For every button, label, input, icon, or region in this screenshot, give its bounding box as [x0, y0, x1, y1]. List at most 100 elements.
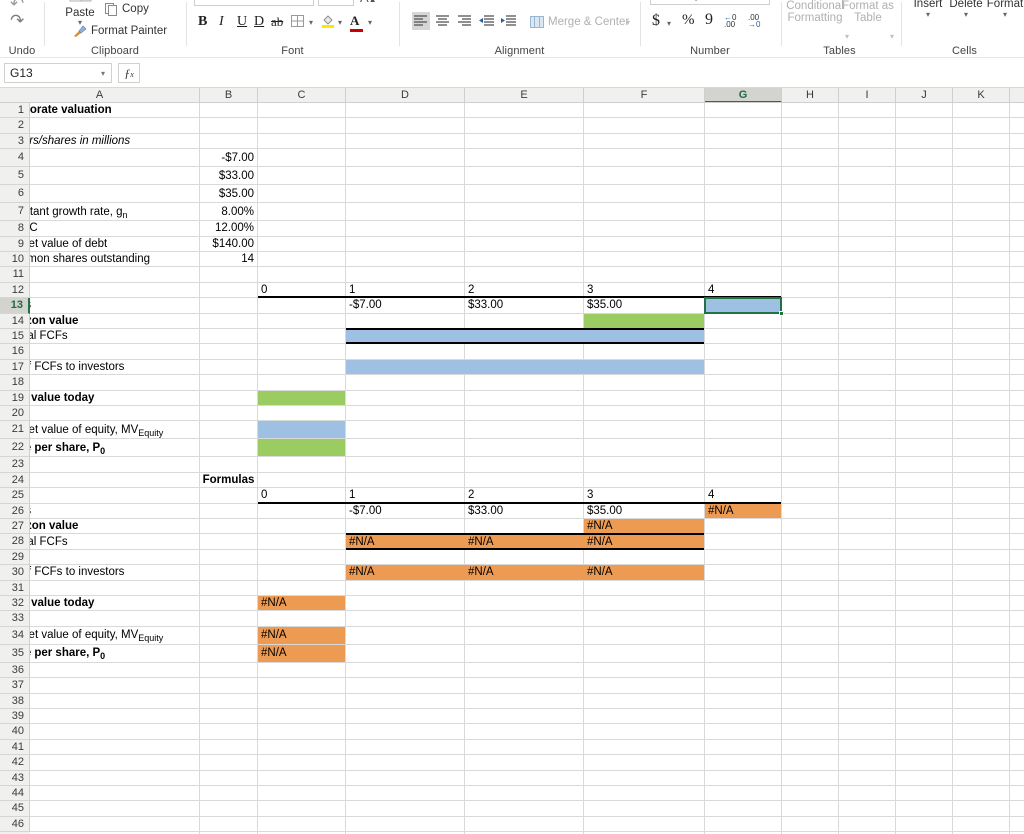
row-header-39[interactable]: 39 [0, 709, 30, 725]
row-header-40[interactable]: 40 [0, 724, 30, 740]
format-cells-caret[interactable]: ▾ [985, 10, 1024, 19]
insert-function-icon[interactable]: ƒx [118, 63, 140, 83]
borders-dropdown-caret[interactable]: ▾ [309, 18, 313, 27]
formula-value-C35[interactable]: #N/A [258, 645, 345, 662]
input-value-6[interactable]: $35.00 [200, 185, 257, 202]
name-box-dropdown-caret[interactable]: ▾ [101, 64, 105, 83]
input-value-5[interactable]: $33.00 [200, 167, 257, 184]
insert-cells-caret[interactable]: ▾ [909, 10, 947, 19]
value-E13[interactable]: $33.00 [465, 298, 583, 312]
currency-dropdown-caret[interactable]: ▾ [667, 19, 671, 28]
formula-row-label-30[interactable]: PV of FCFs to investors [30, 565, 199, 579]
formula-period-header-0[interactable]: 0 [258, 488, 345, 502]
formula-value-D28[interactable]: #N/A [346, 534, 464, 548]
row-header-38[interactable]: 38 [0, 693, 30, 709]
row-header-42[interactable]: 42 [0, 755, 30, 771]
row-header-44[interactable]: 44 [0, 786, 30, 802]
formula-row-label-35[interactable]: Price per share, P0 [30, 645, 199, 662]
row-header-41[interactable]: 41 [0, 739, 30, 756]
formula-value-E26[interactable]: $33.00 [465, 504, 583, 518]
delete-cells-button[interactable]: Delete ▾ [946, 0, 986, 19]
formula-row-label-28[interactable]: Total FCFs [30, 534, 199, 548]
formula-value-E28[interactable]: #N/A [465, 534, 583, 548]
formula-period-header-4[interactable]: 4 [705, 488, 781, 502]
redo-icon[interactable]: ↷ [10, 11, 24, 31]
fill-color-dropdown-caret[interactable]: ▾ [338, 18, 342, 27]
formula-row-label-32[interactable]: Firm value today [30, 596, 199, 610]
period-header-0[interactable]: 0 [258, 283, 345, 297]
decrease-decimal-button[interactable]: ←0.00 [724, 14, 736, 29]
period-header-4[interactable]: 4 [705, 283, 781, 297]
column-header-J[interactable]: J [896, 88, 953, 103]
input-label-9[interactable]: Market value of debt [30, 237, 199, 251]
formula-row-label-27[interactable]: Horizon value [30, 519, 199, 533]
font-color-button[interactable]: A [350, 12, 363, 32]
row-header-17[interactable]: 17 [0, 359, 30, 376]
cell-units-note[interactable]: Dollars/shares in millions [30, 134, 199, 148]
format-cells-button[interactable]: Format ▾ [985, 0, 1024, 19]
row-header-16[interactable]: 16 [0, 344, 30, 360]
column-header-D[interactable]: D [346, 88, 465, 103]
row-header-21[interactable]: 21 [0, 421, 30, 440]
row-header-3[interactable]: 3 [0, 133, 30, 150]
row-header-14[interactable]: 14 [0, 313, 30, 329]
row-header-5[interactable]: 5 [0, 167, 30, 186]
row-header-32[interactable]: 32 [0, 596, 30, 612]
input-label-5[interactable]: FCF2 [30, 167, 199, 184]
input-label-4[interactable]: FCF1 [30, 149, 199, 166]
period-header-2[interactable]: 2 [465, 283, 583, 297]
underline-button[interactable]: U [237, 14, 247, 30]
input-value-10[interactable]: 14 [200, 252, 257, 266]
row-header-1[interactable]: 1 [0, 103, 30, 119]
conditional-formatting-caret[interactable]: ▾ [845, 32, 849, 41]
row-header-2[interactable]: 2 [0, 118, 30, 134]
formula-row-label-34[interactable]: Market value of equity, MVEquity [30, 627, 199, 644]
row-header-35[interactable]: 35 [0, 644, 30, 663]
font-color-dropdown-caret[interactable]: ▾ [368, 18, 372, 27]
formula-value-G26[interactable]: #N/A [705, 504, 781, 518]
row-label-14[interactable]: Horizon value [30, 314, 199, 328]
period-header-1[interactable]: 1 [346, 283, 464, 297]
column-header-K[interactable]: K [953, 88, 1010, 103]
number-format-select[interactable]: Currency [650, 0, 770, 5]
align-center-button[interactable] [434, 12, 452, 35]
increase-decimal-button[interactable]: .00 →0 [748, 14, 760, 29]
row-label-13[interactable]: FCFs [30, 298, 199, 312]
input-label-10[interactable]: Common shares outstanding [30, 252, 199, 266]
row-header-29[interactable]: 29 [0, 549, 30, 566]
row-label-15[interactable]: Total FCFs [30, 329, 199, 343]
paste-button[interactable]: Paste ▾ [58, 0, 102, 27]
row-header-22[interactable]: 22 [0, 439, 30, 458]
merge-center-dropdown-caret[interactable]: ▾ [626, 18, 630, 27]
cell-title[interactable]: Corporate valuation [30, 103, 199, 117]
input-value-8[interactable]: 12.00% [200, 221, 257, 235]
row-header-12[interactable]: 12 [0, 282, 30, 299]
formula-period-header-2[interactable]: 2 [465, 488, 583, 502]
decrease-font-size-button[interactable]: A▼ [380, 0, 395, 2]
align-left-button[interactable] [412, 12, 430, 30]
column-header-G[interactable]: G [705, 88, 782, 103]
row-header-27[interactable]: 27 [0, 519, 30, 535]
row-header-13[interactable]: 13 [0, 298, 30, 314]
row-label-22[interactable]: Price per share, P0 [30, 439, 199, 456]
row-header-18[interactable]: 18 [0, 375, 30, 391]
row-header-8[interactable]: 8 [0, 221, 30, 237]
input-value-9[interactable]: $140.00 [200, 237, 257, 251]
format-as-table-button[interactable]: Format as Table [842, 0, 894, 24]
name-box[interactable]: G13 ▾ [4, 63, 112, 83]
column-header-I[interactable]: I [839, 88, 896, 103]
input-value-4[interactable]: -$7.00 [200, 149, 257, 166]
row-header-6[interactable]: 6 [0, 185, 30, 204]
row-header-25[interactable]: 25 [0, 488, 30, 504]
column-header-F[interactable]: F [584, 88, 705, 103]
formula-period-header-1[interactable]: 1 [346, 488, 464, 502]
row-header-37[interactable]: 37 [0, 678, 30, 694]
row-header-43[interactable]: 43 [0, 770, 30, 786]
comma-format-button[interactable]: 9 [705, 11, 713, 29]
selection-fill-handle[interactable] [779, 310, 784, 316]
formulas-heading[interactable]: Formulas [200, 473, 257, 487]
format-as-table-caret[interactable]: ▾ [890, 32, 894, 41]
formula-value-F30[interactable]: #N/A [584, 565, 704, 579]
font-name-input[interactable]: Arial [194, 0, 314, 6]
row-header-28[interactable]: 28 [0, 534, 30, 550]
